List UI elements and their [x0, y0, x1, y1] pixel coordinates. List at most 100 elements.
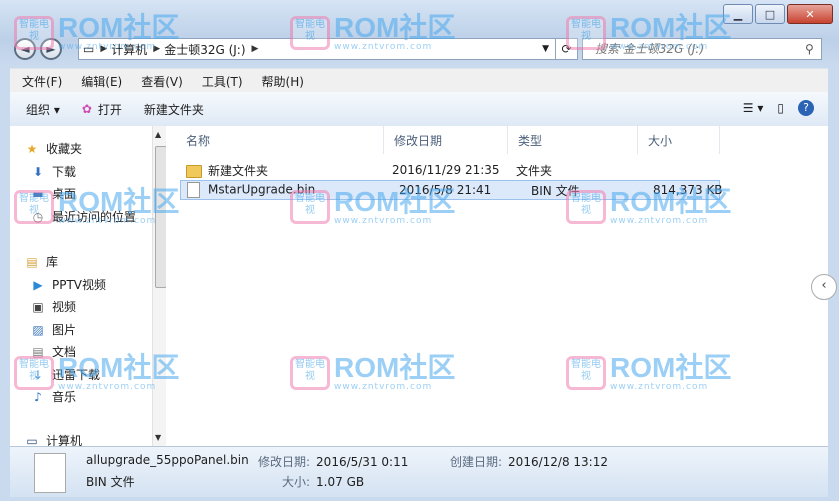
forward-button[interactable]: ►: [40, 38, 62, 60]
sidebar-item-label: 收藏夹: [46, 142, 83, 156]
forward-icon: ►: [46, 42, 56, 56]
details-label: 大小:: [282, 475, 311, 489]
file-type: 文件夹: [516, 163, 553, 178]
sidebar-item-pictures[interactable]: ▨ 图片: [30, 321, 76, 338]
file-date: 2016/11/29 21:35: [392, 163, 500, 177]
file-row[interactable]: 新建文件夹 2016/11/29 21:35 文件夹: [180, 160, 720, 180]
sidebar-item-label: 视频: [52, 300, 77, 314]
organize-button[interactable]: 组织 ▾: [26, 101, 60, 118]
file-date: 2016/5/8 21:41: [399, 183, 492, 197]
thunder-download-icon: ↓: [32, 367, 44, 382]
refresh-icon: ⟳: [561, 42, 572, 56]
sidebar-item-xunlei[interactable]: ↓ 迅雷下载: [30, 366, 100, 383]
video-library-icon: ▶: [33, 277, 43, 292]
new-folder-button[interactable]: 新建文件夹: [144, 101, 204, 118]
open-app-icon: ✿: [81, 102, 92, 116]
file-name: MstarUpgrade.bin: [208, 182, 316, 197]
help-icon[interactable]: ?: [798, 100, 814, 116]
sidebar-item-label: 下载: [52, 165, 77, 179]
back-button[interactable]: ◄: [14, 38, 36, 60]
scroll-up-icon[interactable]: ▲: [155, 130, 161, 139]
navigation-pane: ★ 收藏夹 ⬇ 下载 ▬ 桌面 ◷ 最近访问的位置 ▤ 库 ▶ PPTV视频 ▣ 视频 ▨ 图片…: [10, 126, 152, 446]
sidebar-item-favorites[interactable]: ★ 收藏夹: [24, 140, 82, 157]
file-size: 814,373 KB: [653, 183, 723, 197]
explorer-window: ▁ □ ✕ ◄ ► ▭ ▶ 计算机 ▶ 金士顿32G (J:) ▶ ▼ ⟳ ⚲ …: [0, 0, 839, 501]
sidebar-item-label: 桌面: [52, 187, 77, 201]
refresh-button[interactable]: ⟳: [556, 38, 578, 60]
sidebar-item-recent[interactable]: ◷ 最近访问的位置: [30, 208, 136, 225]
column-header-label: 名称: [186, 133, 211, 148]
preview-pane-icon[interactable]: ▯: [777, 101, 784, 115]
menu-edit[interactable]: 编辑(E): [81, 73, 122, 90]
menu-view[interactable]: 查看(V): [141, 73, 183, 90]
column-header-label: 修改日期: [394, 133, 443, 148]
file-icon: [187, 182, 200, 198]
pictures-icon: ▨: [32, 322, 44, 337]
sidebar-item-label: 文档: [52, 345, 77, 359]
computer-icon: ▭: [26, 433, 38, 447]
videos-icon: ▣: [32, 299, 44, 314]
details-label: 修改日期:: [258, 455, 311, 469]
details-label: 创建日期:: [450, 455, 503, 469]
breadcrumb-separator-icon: ▶: [100, 44, 108, 54]
scroll-down-icon[interactable]: ▼: [155, 433, 161, 442]
breadcrumb-computer[interactable]: 计算机: [111, 41, 147, 58]
file-row-selected[interactable]: MstarUpgrade.bin 2016/5/8 21:41 BIN 文件 8…: [180, 180, 723, 200]
details-value: 2016/5/31 0:11: [316, 455, 409, 469]
search-input[interactable]: [593, 41, 797, 57]
search-box[interactable]: ⚲: [582, 38, 822, 60]
desktop-icon: ▬: [32, 186, 44, 201]
menu-tools[interactable]: 工具(T): [202, 73, 243, 90]
maximize-button[interactable]: □: [755, 4, 785, 24]
close-button[interactable]: ✕: [787, 4, 833, 24]
minimize-button[interactable]: ▁: [723, 4, 753, 24]
navigation-scrollbar[interactable]: ▲ ▼: [152, 126, 167, 446]
address-dropdown-icon[interactable]: ▼: [542, 44, 549, 54]
sidebar-item-downloads[interactable]: ⬇ 下载: [30, 163, 76, 180]
column-header-label: 类型: [518, 133, 543, 148]
column-header-size[interactable]: 大小: [638, 126, 720, 154]
file-name: 新建文件夹: [208, 163, 269, 178]
sidebar-item-label: 计算机: [46, 434, 83, 446]
sidebar-item-music[interactable]: ♪ 音乐: [30, 388, 76, 405]
details-created: 创建日期: 2016/12/8 13:12: [450, 453, 608, 470]
library-icon: ▤: [26, 254, 38, 269]
sidebar-item-computer[interactable]: ▭ 计算机: [24, 432, 83, 447]
sidebar-item-label: 音乐: [52, 390, 77, 404]
details-value: 2016/12/8 13:12: [508, 455, 608, 469]
sidebar-item-label: PPTV视频: [52, 278, 107, 292]
address-bar[interactable]: ▭ ▶ 计算机 ▶ 金士顿32G (J:) ▶ ▼: [78, 38, 556, 60]
window-controls: ▁ □ ✕: [721, 4, 833, 24]
column-header-name[interactable]: 名称: [176, 126, 384, 154]
chevron-left-icon[interactable]: ‹: [811, 274, 837, 300]
sidebar-item-desktop[interactable]: ▬ 桌面: [30, 185, 76, 202]
menu-help[interactable]: 帮助(H): [262, 73, 304, 90]
organize-label: 组织 ▾: [26, 102, 60, 117]
sidebar-item-label: 图片: [52, 323, 77, 337]
details-pane: allupgrade_55ppoPanel.bin BIN 文件 修改日期: 20…: [10, 446, 828, 497]
documents-icon: ▤: [32, 344, 44, 359]
folder-icon: [186, 164, 202, 178]
details-modified: 修改日期: 2016/5/31 0:11: [258, 453, 408, 470]
music-icon: ♪: [34, 389, 42, 404]
details-filetype: BIN 文件: [86, 475, 135, 489]
sidebar-item-libraries[interactable]: ▤ 库: [24, 253, 58, 270]
column-header-date[interactable]: 修改日期: [384, 126, 508, 154]
new-folder-label: 新建文件夹: [143, 102, 204, 117]
breadcrumb-drive[interactable]: 金士顿32G (J:): [164, 41, 245, 58]
menu-file[interactable]: 文件(F): [22, 73, 62, 90]
column-header-type[interactable]: 类型: [508, 126, 638, 154]
file-preview-icon: [34, 453, 66, 493]
sidebar-item-videos[interactable]: ▣ 视频: [30, 298, 76, 315]
view-options-icon[interactable]: ☰ ▾: [743, 101, 764, 115]
toolbar: 组织 ▾ ✿ 打开 新建文件夹 ☰ ▾ ▯ ?: [10, 92, 828, 127]
sidebar-item-label: 库: [46, 255, 59, 269]
search-icon[interactable]: ⚲: [805, 42, 814, 56]
sidebar-item-documents[interactable]: ▤ 文档: [30, 343, 76, 360]
breadcrumb-separator-icon: ▶: [251, 44, 259, 54]
file-list: 名称 修改日期 类型 大小 新建文件夹 2016/11/29 21:35 文件夹…: [166, 126, 828, 446]
open-button[interactable]: ✿ 打开: [82, 101, 122, 118]
download-icon: ⬇: [32, 164, 44, 179]
file-type: BIN 文件: [531, 183, 580, 198]
sidebar-item-pptv[interactable]: ▶ PPTV视频: [30, 276, 106, 293]
